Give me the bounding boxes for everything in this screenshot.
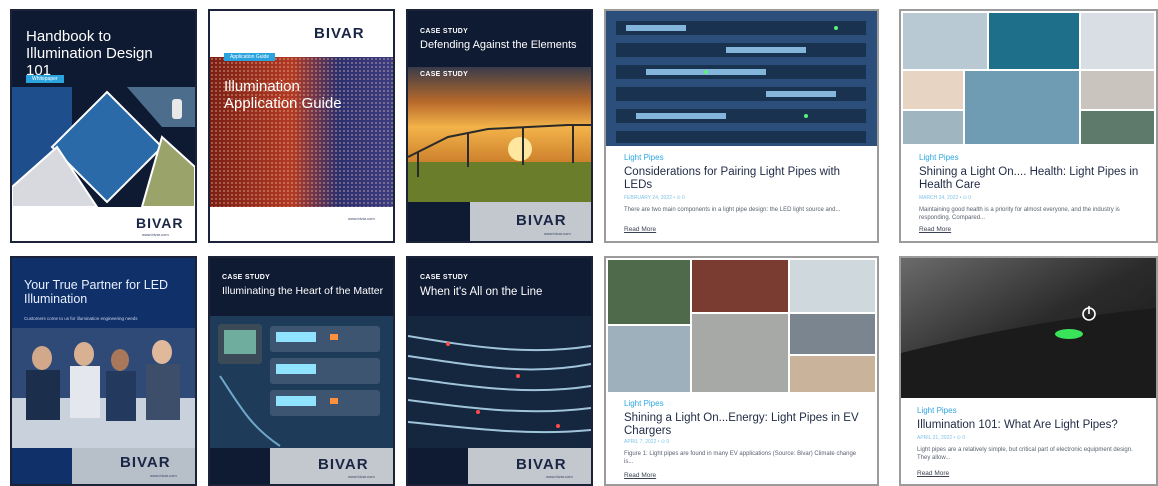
read-more-link[interactable]: Read More bbox=[917, 470, 949, 477]
handbook-title: Handbook to Illumination Design 101 bbox=[26, 28, 153, 79]
article-image-health-collage bbox=[901, 11, 1156, 146]
heart-url: www.bivar.com bbox=[348, 474, 375, 479]
article-meta: APRIL 7, 2022 • ⊙ 0 bbox=[624, 439, 670, 445]
heart-eyebrow: CASE STUDY bbox=[222, 274, 271, 281]
article-card[interactable]: Light Pipes Illumination 101: What Are L… bbox=[899, 256, 1158, 486]
heart-logo: BIVAR bbox=[318, 456, 369, 473]
article-image-servers bbox=[606, 11, 877, 146]
article-title[interactable]: Shining a Light On.... Health: Light Pip… bbox=[919, 166, 1149, 192]
line-eyebrow: CASE STUDY bbox=[420, 274, 469, 281]
partner-card[interactable]: Your True Partner for LED Illumination C… bbox=[10, 256, 197, 486]
article-excerpt: Maintaining good health is a priority fo… bbox=[919, 207, 1120, 222]
handbook-card[interactable]: Handbook to Illumination Design 101 Whit… bbox=[10, 9, 197, 243]
article-excerpt: There are two main components in a light… bbox=[624, 207, 841, 213]
elements-irrigation-art bbox=[408, 67, 591, 202]
article-title[interactable]: Illumination 101: What Are Light Pipes? bbox=[917, 419, 1152, 432]
line-card[interactable]: CASE STUDY When it's All on the Line BIV… bbox=[406, 256, 593, 486]
read-more-link[interactable]: Read More bbox=[624, 472, 656, 479]
article-category[interactable]: Light Pipes bbox=[624, 399, 664, 408]
article-card[interactable]: Light Pipes Considerations for Pairing L… bbox=[604, 9, 879, 243]
article-title[interactable]: Shining a Light On...Energy: Light Pipes… bbox=[624, 412, 864, 438]
guide-badge: Application Guide bbox=[224, 53, 276, 61]
article-category[interactable]: Light Pipes bbox=[917, 406, 957, 415]
elements-art-eyebrow: CASE STUDY bbox=[420, 71, 469, 78]
guide-title: Illumination Application Guide bbox=[224, 78, 342, 112]
article-excerpt: Figure 1: Light pipes are found in many … bbox=[624, 451, 857, 466]
heart-card[interactable]: CASE STUDY Illuminating the Heart of the… bbox=[208, 256, 395, 486]
article-card[interactable]: Light Pipes Shining a Light On...Energy:… bbox=[604, 256, 879, 486]
line-logo: BIVAR bbox=[516, 456, 567, 473]
article-image-ev-collage bbox=[606, 258, 877, 394]
elements-eyebrow: CASE STUDY bbox=[420, 28, 469, 35]
line-network-cables-photo bbox=[408, 316, 591, 448]
handbook-diamond-art bbox=[12, 87, 195, 207]
partner-url: www.bivar.com bbox=[150, 473, 177, 478]
article-category[interactable]: Light Pipes bbox=[919, 153, 959, 162]
line-title: When it's All on the Line bbox=[420, 286, 543, 298]
article-category[interactable]: Light Pipes bbox=[624, 153, 664, 162]
application-guide-card[interactable]: BIVAR Application Guide Illumination App… bbox=[208, 9, 395, 243]
article-title[interactable]: Considerations for Pairing Light Pipes w… bbox=[624, 166, 864, 192]
article-meta: FEBRUARY 24, 2022 • ⊙ 0 bbox=[624, 195, 685, 201]
article-image-power-button bbox=[901, 258, 1156, 398]
article-card[interactable]: Light Pipes Shining a Light On.... Healt… bbox=[899, 9, 1158, 243]
handbook-badge: Whitepaper bbox=[26, 75, 64, 83]
article-excerpt: Light pipes are a relatively simple, but… bbox=[917, 447, 1133, 462]
read-more-link[interactable]: Read More bbox=[919, 226, 951, 233]
elements-logo: BIVAR bbox=[516, 212, 567, 229]
heart-medical-equipment-photo bbox=[210, 316, 393, 448]
elements-card[interactable]: CASE STUDY Defending Against the Element… bbox=[406, 9, 593, 243]
partner-logo: BIVAR bbox=[120, 454, 171, 471]
handbook-url: www.bivar.com bbox=[142, 232, 169, 237]
handbook-logo: BIVAR bbox=[136, 215, 184, 231]
elements-url: www.bivar.com bbox=[544, 231, 571, 236]
partner-meeting-photo bbox=[12, 328, 195, 448]
partner-title: Your True Partner for LED Illumination bbox=[24, 278, 169, 306]
article-meta: APRIL 21, 2022 • ⊙ 0 bbox=[917, 435, 966, 441]
guide-logo: BIVAR bbox=[314, 25, 365, 42]
article-meta: MARCH 24, 2022 • ⊙ 0 bbox=[919, 195, 972, 201]
heart-title: Illuminating the Heart of the Matter bbox=[222, 285, 384, 297]
read-more-link[interactable]: Read More bbox=[624, 226, 656, 233]
line-url: www.bivar.com bbox=[546, 474, 573, 479]
elements-title: Defending Against the Elements bbox=[420, 39, 577, 51]
guide-url: www.bivar.com bbox=[348, 216, 375, 221]
partner-subtitle: Customers come to us for illumination en… bbox=[24, 316, 138, 321]
